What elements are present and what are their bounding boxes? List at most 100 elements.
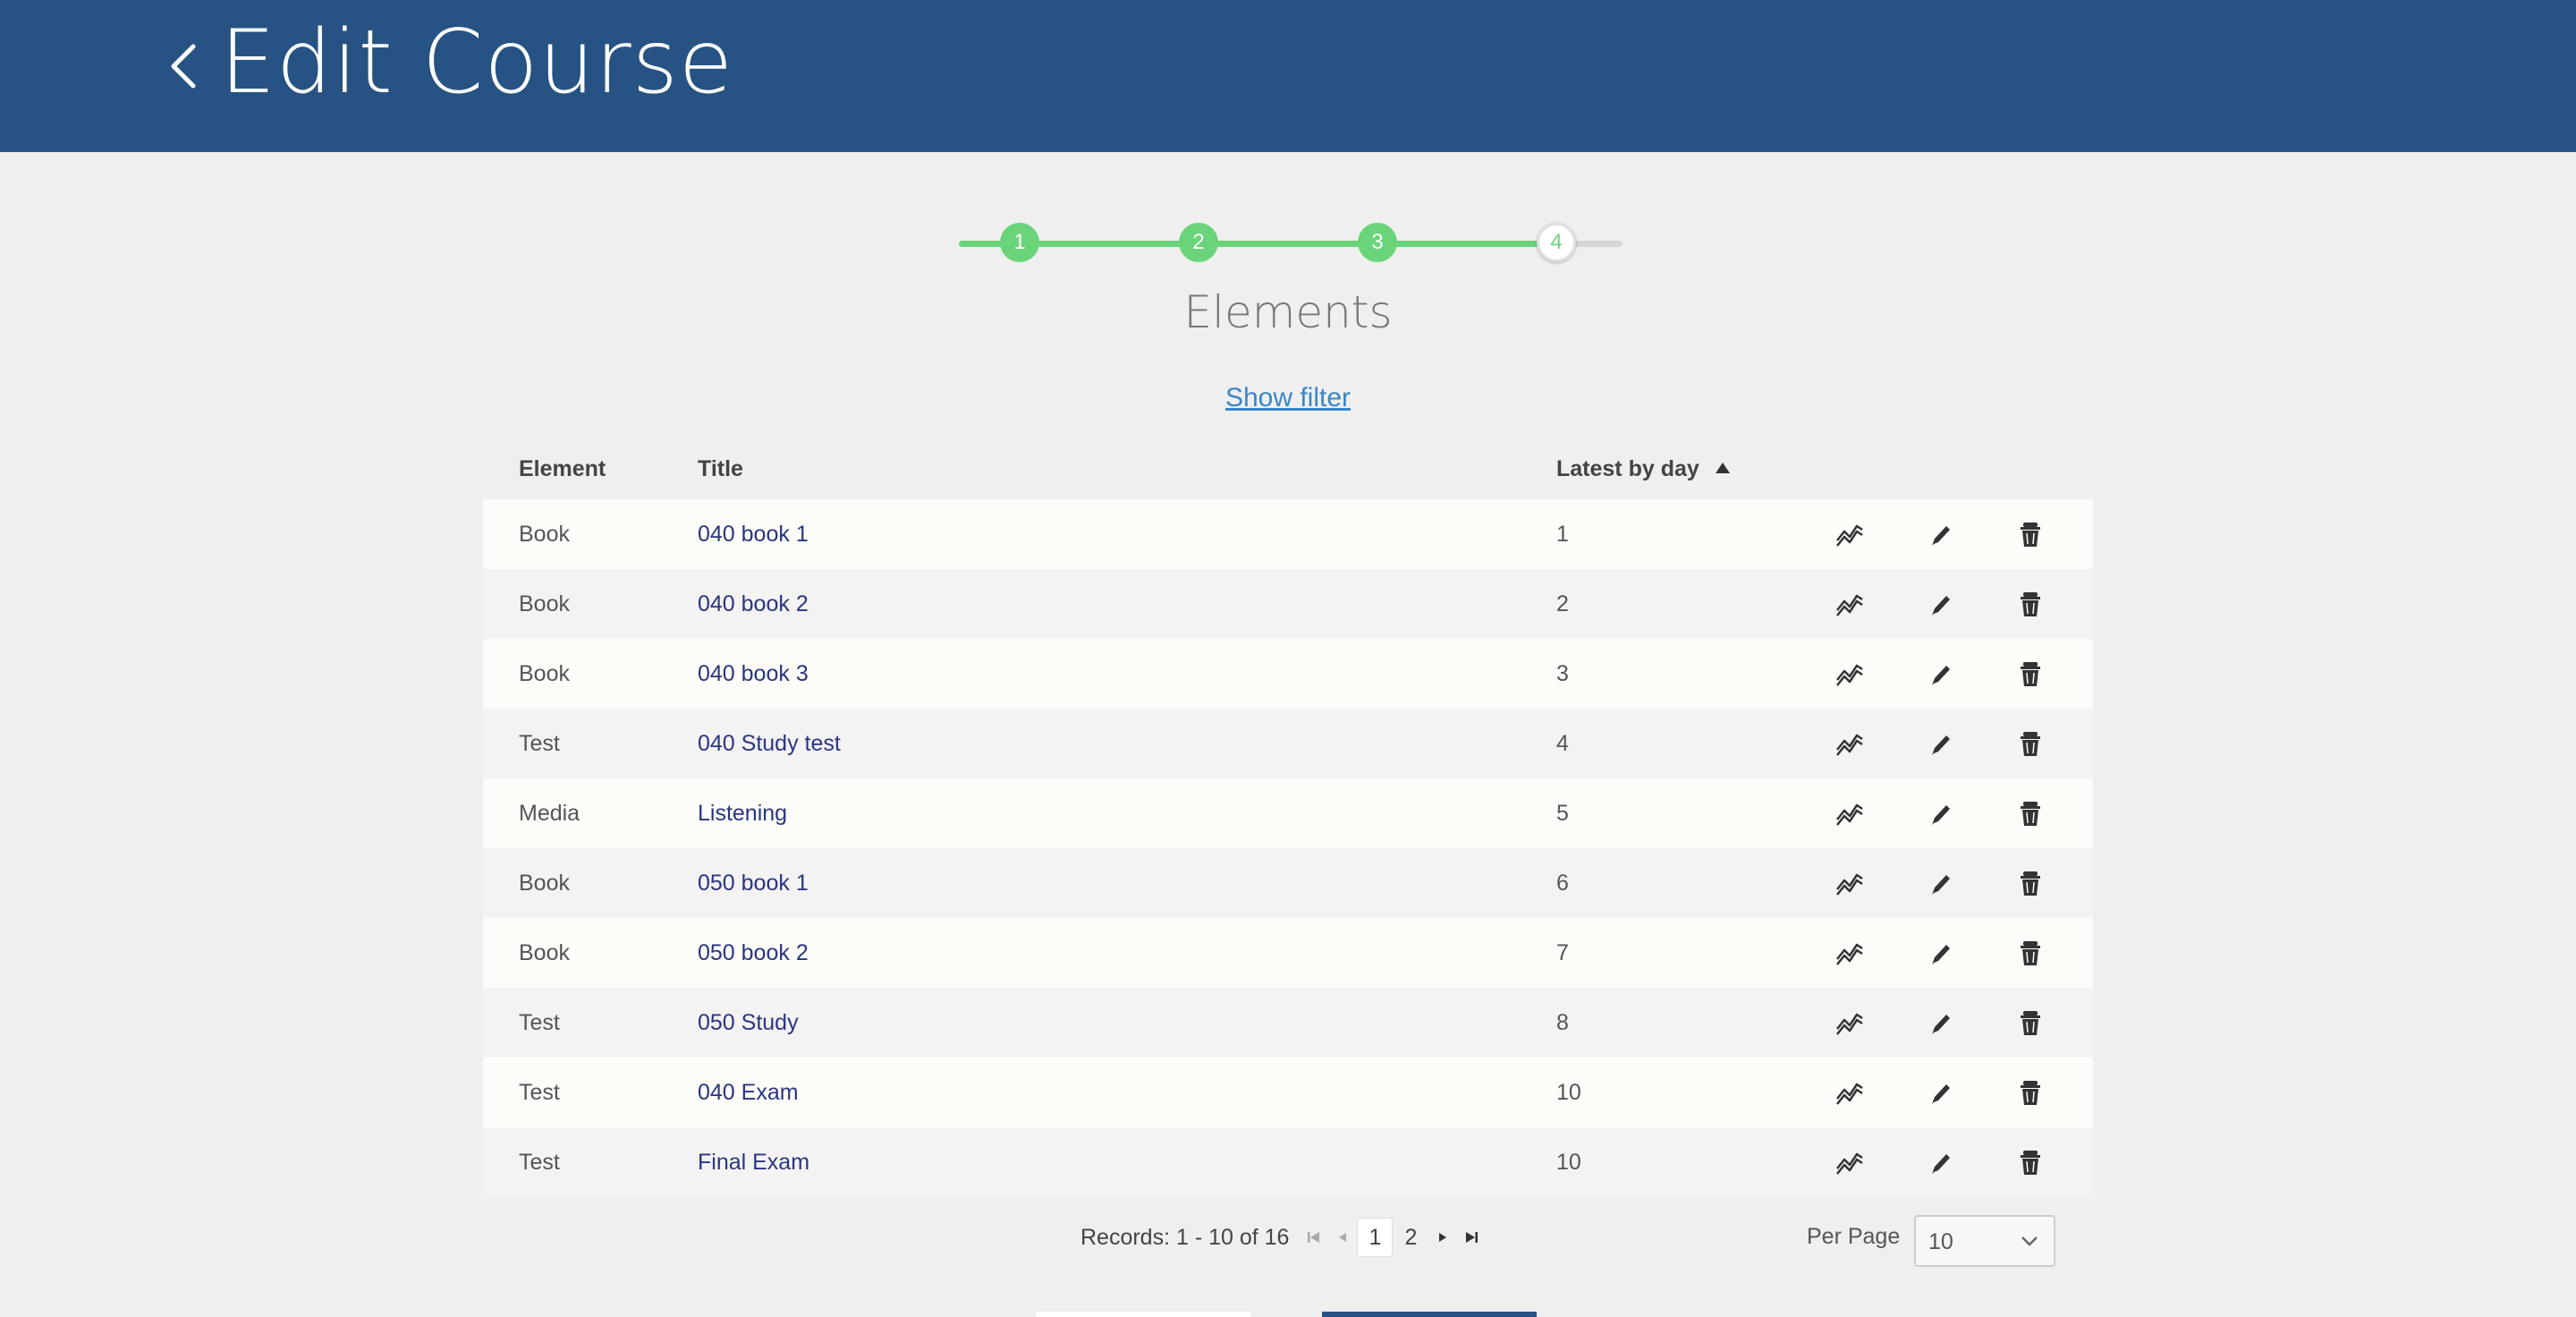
table-row: Book 040 book 3 3 bbox=[483, 639, 2093, 709]
stats-icon[interactable] bbox=[1835, 800, 1864, 827]
page-title: Edit Course bbox=[220, 12, 734, 114]
cell-title-link[interactable]: 040 Study test bbox=[698, 709, 841, 778]
table-row: Media Listening 5 bbox=[483, 778, 2093, 848]
trash-icon[interactable] bbox=[2016, 730, 2045, 757]
cell-element: Book bbox=[519, 522, 570, 547]
stats-icon[interactable] bbox=[1835, 1079, 1864, 1106]
trash-icon[interactable] bbox=[2016, 521, 2045, 548]
step-4[interactable]: 4 bbox=[1537, 223, 1576, 262]
per-page-value: 10 bbox=[1928, 1229, 1953, 1254]
trash-icon[interactable] bbox=[2016, 660, 2045, 687]
table-row: Test 040 Study test 4 bbox=[483, 709, 2093, 778]
cell-title-link[interactable]: 040 book 3 bbox=[698, 639, 809, 709]
per-page-select[interactable]: 10 bbox=[1914, 1215, 2055, 1267]
column-header-title[interactable]: Title bbox=[698, 456, 743, 482]
table-row: Book 040 book 2 2 bbox=[483, 569, 2093, 639]
last-page-icon[interactable] bbox=[1457, 1223, 1486, 1252]
back-chevron-icon[interactable] bbox=[165, 39, 204, 93]
trash-icon[interactable] bbox=[2016, 870, 2045, 896]
step-3[interactable]: 3 bbox=[1358, 223, 1397, 262]
records-count: Records: 1 - 10 of 16 bbox=[1080, 1224, 1290, 1250]
column-header-latest-label: Latest by day bbox=[1556, 456, 1699, 481]
table-row: Test 050 Study 8 bbox=[483, 988, 2093, 1058]
cell-latest-by-day: 3 bbox=[1556, 661, 1569, 686]
pencil-icon[interactable] bbox=[1927, 591, 1955, 617]
back-button[interactable] bbox=[1036, 1312, 1250, 1317]
cell-latest-by-day: 8 bbox=[1556, 1010, 1569, 1035]
step-1-label: 1 bbox=[1013, 230, 1026, 254]
column-header-element[interactable]: Element bbox=[519, 456, 606, 482]
elements-table: Element Title Latest by day Book 040 book… bbox=[483, 447, 2093, 1197]
pencil-icon[interactable] bbox=[1927, 1009, 1955, 1036]
show-filter-link[interactable]: Show filter bbox=[1225, 383, 1351, 412]
table-row: Test Final Exam 10 bbox=[483, 1127, 2093, 1197]
pencil-icon[interactable] bbox=[1927, 660, 1955, 687]
cell-element: Test bbox=[519, 1150, 560, 1175]
sort-ascending-icon bbox=[1715, 463, 1730, 473]
trash-icon[interactable] bbox=[2016, 1079, 2045, 1106]
stats-icon[interactable] bbox=[1835, 591, 1864, 617]
stats-icon[interactable] bbox=[1835, 1149, 1864, 1176]
table-row: Book 040 book 1 1 bbox=[483, 499, 2093, 569]
pencil-icon[interactable] bbox=[1927, 730, 1955, 757]
step-line-done bbox=[959, 241, 1556, 247]
cell-title-link[interactable]: 040 book 2 bbox=[698, 569, 809, 639]
pencil-icon[interactable] bbox=[1927, 800, 1955, 827]
stats-icon[interactable] bbox=[1835, 730, 1864, 757]
cell-title-link[interactable]: Listening bbox=[698, 778, 787, 848]
trash-icon[interactable] bbox=[2016, 1009, 2045, 1036]
page-1-button[interactable]: 1 bbox=[1357, 1218, 1394, 1257]
cell-element: Media bbox=[519, 801, 580, 826]
trash-icon[interactable] bbox=[2016, 939, 2045, 966]
stats-icon[interactable] bbox=[1835, 1009, 1864, 1036]
column-header-latest-by-day[interactable]: Latest by day bbox=[1556, 456, 1730, 482]
prev-page-icon[interactable] bbox=[1328, 1223, 1357, 1252]
cell-title-link[interactable]: 050 Study bbox=[698, 988, 799, 1058]
stats-icon[interactable] bbox=[1835, 870, 1864, 896]
pagination: Records: 1 - 10 of 16 1 2 bbox=[1080, 1215, 1486, 1260]
step-1[interactable]: 1 bbox=[1000, 223, 1039, 262]
cell-latest-by-day: 5 bbox=[1556, 801, 1569, 826]
table-body: Book 040 book 1 1 Book 040 book 2 2 Book 040 bo… bbox=[483, 499, 2093, 1197]
pencil-icon[interactable] bbox=[1927, 1079, 1955, 1106]
cell-latest-by-day: 4 bbox=[1556, 731, 1569, 756]
cell-title-link[interactable]: Final Exam bbox=[698, 1127, 809, 1197]
next-button[interactable] bbox=[1322, 1312, 1537, 1317]
pencil-icon[interactable] bbox=[1927, 939, 1955, 966]
cell-title-link[interactable]: 050 book 1 bbox=[698, 848, 809, 918]
trash-icon[interactable] bbox=[2016, 591, 2045, 617]
stats-icon[interactable] bbox=[1835, 521, 1864, 548]
stats-icon[interactable] bbox=[1835, 660, 1864, 687]
cell-element: Book bbox=[519, 591, 570, 616]
page-2-button[interactable]: 2 bbox=[1393, 1218, 1428, 1257]
step-2[interactable]: 2 bbox=[1179, 223, 1218, 262]
cell-element: Test bbox=[519, 1010, 560, 1035]
step-2-label: 2 bbox=[1192, 230, 1205, 254]
show-filter-container: Show filter bbox=[0, 383, 2576, 413]
cell-element: Test bbox=[519, 731, 560, 756]
cell-latest-by-day: 2 bbox=[1556, 591, 1569, 616]
pencil-icon[interactable] bbox=[1927, 1149, 1955, 1176]
table-row: Book 050 book 1 6 bbox=[483, 848, 2093, 918]
progress-stepper: 1 2 3 4 bbox=[955, 219, 1623, 266]
trash-icon[interactable] bbox=[2016, 800, 2045, 827]
pencil-icon[interactable] bbox=[1927, 521, 1955, 548]
cell-title-link[interactable]: 040 Exam bbox=[698, 1058, 799, 1127]
cell-latest-by-day: 1 bbox=[1556, 522, 1569, 547]
stats-icon[interactable] bbox=[1835, 939, 1864, 966]
cell-latest-by-day: 7 bbox=[1556, 940, 1569, 965]
first-page-icon[interactable] bbox=[1300, 1223, 1328, 1252]
per-page-label: Per Page bbox=[1807, 1224, 1901, 1249]
next-page-icon[interactable] bbox=[1428, 1223, 1457, 1252]
chevron-down-icon bbox=[2021, 1236, 2038, 1246]
cell-title-link[interactable]: 040 book 1 bbox=[698, 499, 809, 569]
cell-element: Book bbox=[519, 871, 570, 896]
trash-icon[interactable] bbox=[2016, 1149, 2045, 1176]
step-4-label: 4 bbox=[1550, 230, 1563, 254]
page-header: Edit Course bbox=[0, 0, 2576, 152]
cell-element: Book bbox=[519, 940, 570, 965]
pencil-icon[interactable] bbox=[1927, 870, 1955, 896]
table-header: Element Title Latest by day bbox=[483, 447, 2093, 499]
cell-title-link[interactable]: 050 book 2 bbox=[698, 918, 809, 988]
cell-latest-by-day: 6 bbox=[1556, 871, 1569, 896]
